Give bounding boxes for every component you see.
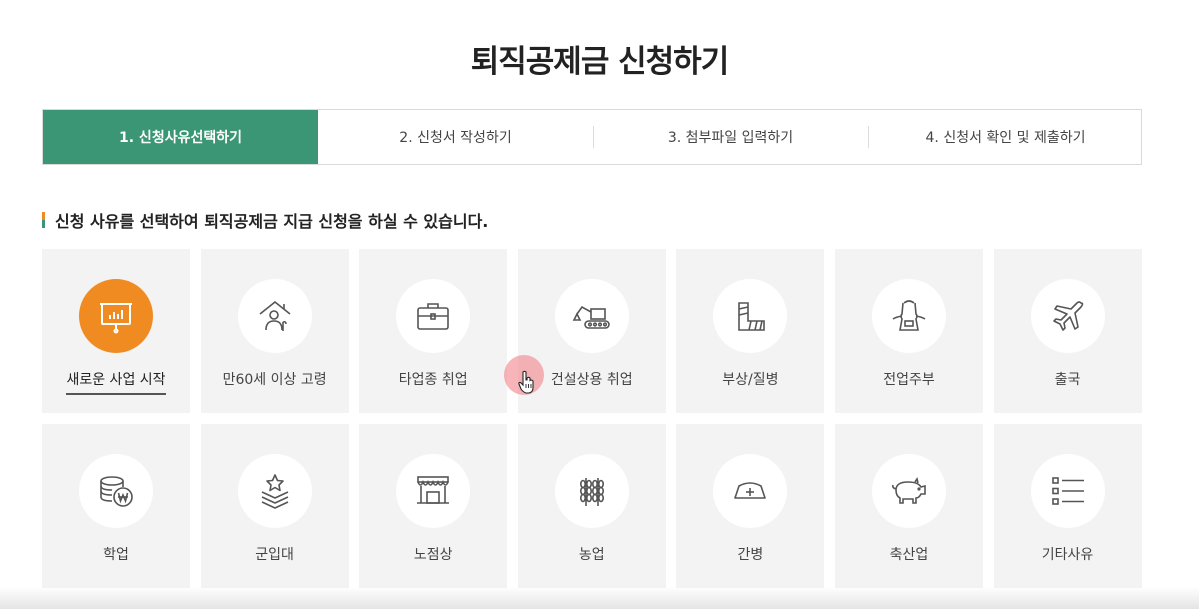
excavator-icon bbox=[554, 279, 629, 353]
reason-card-emigration[interactable]: 출국 bbox=[993, 249, 1142, 413]
reason-label: 새로운 사업 시작 bbox=[66, 369, 166, 395]
market-stall-icon bbox=[396, 454, 471, 528]
reason-label: 전업주부 bbox=[883, 372, 935, 388]
reason-label: 간병 bbox=[737, 547, 764, 563]
reason-label: 부상/질병 bbox=[722, 372, 779, 388]
pig-icon bbox=[871, 454, 946, 528]
reason-label: 축산업 bbox=[889, 547, 929, 563]
nurse-cap-icon bbox=[713, 454, 788, 528]
step-4-confirm-submit[interactable]: 4. 신청서 확인 및 제출하기 bbox=[868, 110, 1143, 164]
reason-label: 건설상용 취업 bbox=[550, 372, 633, 388]
step-2-write-application[interactable]: 2. 신청서 작성하기 bbox=[318, 110, 593, 164]
hand-pointer-cursor-icon bbox=[518, 370, 534, 394]
reason-label: 타업종 취업 bbox=[398, 372, 468, 388]
reason-card-livestock[interactable]: 축산업 bbox=[834, 424, 983, 588]
reason-grid: 새로운 사업 시작 만60세 이상 고령 타업종 취업 건설상용 취업 부상/질… bbox=[42, 249, 1142, 588]
reason-card-other[interactable]: 기타사유 bbox=[993, 424, 1142, 588]
heading-accent-bar bbox=[42, 212, 45, 228]
reason-card-street-vendor[interactable]: 노점상 bbox=[359, 424, 508, 588]
reason-label: 출국 bbox=[1054, 372, 1081, 388]
elderly-person-house-icon bbox=[237, 279, 312, 353]
page-title: 퇴직공제금 신청하기 bbox=[470, 44, 729, 80]
section-heading-text: 신청 사유를 선택하여 퇴직공제금 지급 신청을 하실 수 있습니다. bbox=[55, 212, 489, 231]
reason-card-agriculture[interactable]: 농업 bbox=[517, 424, 666, 588]
reason-card-new-business[interactable]: 새로운 사업 시작 bbox=[42, 249, 190, 413]
reason-card-injury-illness[interactable]: 부상/질병 bbox=[676, 249, 825, 413]
reason-card-elderly[interactable]: 만60세 이상 고령 bbox=[200, 249, 349, 413]
reason-card-military[interactable]: 군입대 bbox=[200, 424, 349, 588]
reason-card-homemaker[interactable]: 전업주부 bbox=[834, 249, 983, 413]
bottom-edge-fade bbox=[0, 587, 1199, 609]
reason-label: 노점상 bbox=[413, 547, 453, 563]
reason-card-study[interactable]: 학업 bbox=[42, 424, 190, 588]
reason-label: 군입대 bbox=[255, 547, 294, 563]
reason-label: 학업 bbox=[103, 547, 129, 563]
reason-card-other-industry-job[interactable]: 타업종 취업 bbox=[359, 249, 508, 413]
list-icon bbox=[1030, 454, 1105, 528]
step-1-select-reason[interactable]: 1. 신청사유선택하기 bbox=[43, 110, 318, 164]
step-tabs: 1. 신청사유선택하기 2. 신청서 작성하기 3. 첨부파일 입력하기 4. … bbox=[42, 109, 1142, 165]
military-rank-star-icon bbox=[237, 454, 312, 528]
step-3-attach-files[interactable]: 3. 첨부파일 입력하기 bbox=[593, 110, 868, 164]
cast-arm-icon bbox=[713, 279, 788, 353]
apron-icon bbox=[871, 279, 946, 353]
reason-card-construction-job[interactable]: 건설상용 취업 bbox=[517, 249, 666, 413]
wheat-icon bbox=[554, 454, 629, 528]
reason-label: 기타사유 bbox=[1041, 547, 1094, 563]
section-heading: 신청 사유를 선택하여 퇴직공제금 지급 신청을 하실 수 있습니다. bbox=[42, 210, 489, 231]
reason-card-caregiving[interactable]: 간병 bbox=[676, 424, 825, 588]
coins-won-icon bbox=[79, 454, 153, 528]
airplane-icon bbox=[1030, 279, 1105, 353]
reason-label: 농업 bbox=[578, 547, 605, 563]
presentation-board-icon bbox=[79, 279, 153, 353]
briefcase-icon bbox=[396, 279, 471, 353]
reason-label: 만60세 이상 고령 bbox=[222, 372, 327, 388]
